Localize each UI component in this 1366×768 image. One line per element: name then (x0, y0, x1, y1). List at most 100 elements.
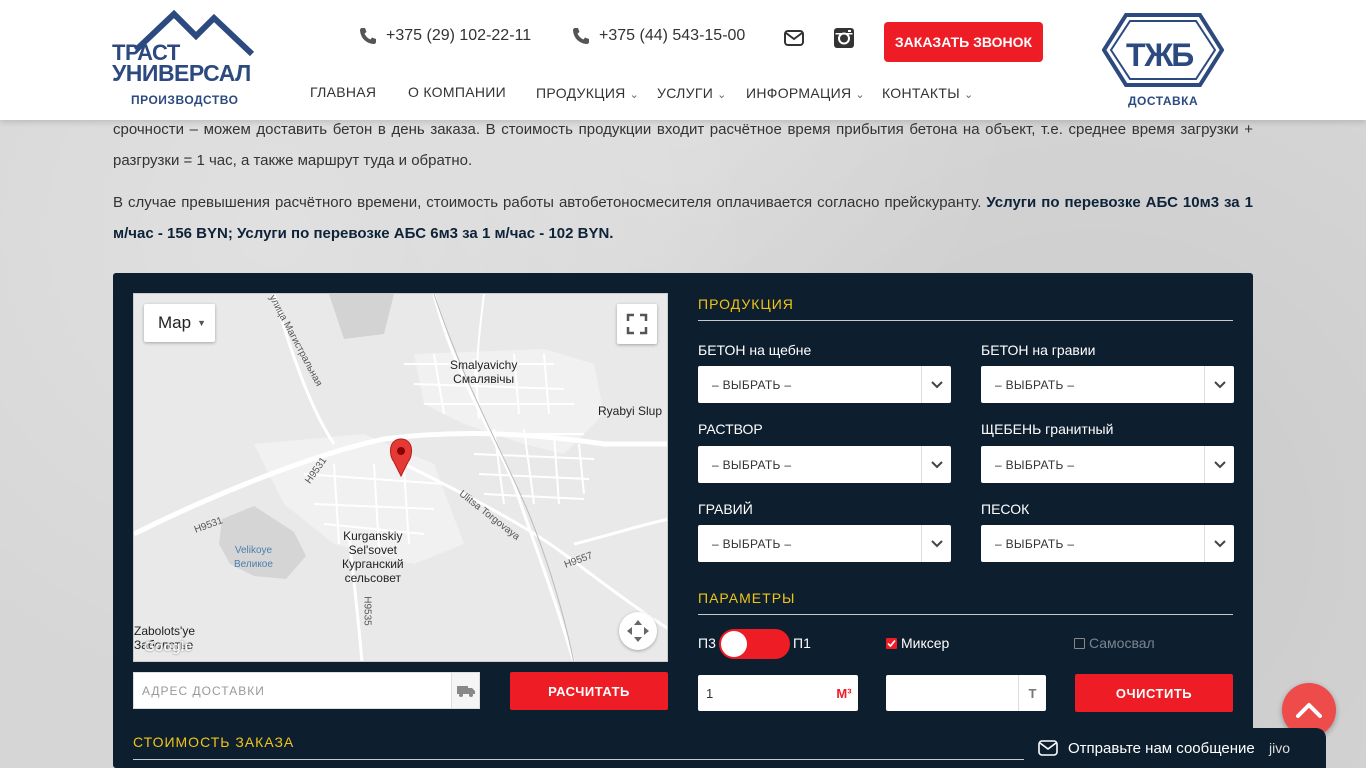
order-cost-title: СТОИМОСТЬ ЗАКАЗА (133, 734, 295, 750)
mixer-checkbox[interactable]: Миксер (886, 635, 949, 651)
calculate-button[interactable]: РАСЧИТАТЬ (510, 672, 668, 710)
chevron-down-icon: ⌄ (629, 89, 640, 101)
volume-unit: М³ (836, 685, 852, 701)
volume-value: 1 (706, 685, 714, 701)
mixer-label: Миксер (901, 635, 950, 651)
map-canvas (134, 294, 667, 661)
pan-arrows-icon (627, 620, 649, 642)
checkbox-checked-icon (886, 637, 897, 649)
checkbox-unchecked-icon (1074, 637, 1085, 649)
nav-item-contacts[interactable]: КОНТАКТЫ ⌄ (882, 84, 974, 102)
select-value: – ВЫБРАТЬ – (712, 457, 792, 472)
phone-icon (360, 28, 376, 44)
chevron-down-icon: ⌄ (717, 89, 727, 101)
logo-tzhb-delivery[interactable]: ТЖБ ДОСТАВКА (1102, 13, 1226, 109)
chat-label: Отправьте нам сообщение (1068, 739, 1255, 757)
logo-subtitle: ДОСТАВКА (1128, 94, 1199, 108)
field-label-sand: ПЕСОК (981, 501, 1030, 517)
nav-item-products[interactable]: ПРОДУКЦИЯ ⌄ (536, 84, 640, 102)
field-label-granite: ЩЕБЕНЬ гранитный (981, 421, 1114, 437)
select-granite[interactable]: – ВЫБРАТЬ – (981, 446, 1234, 483)
nav-label: КОНТАКТЫ (882, 84, 960, 101)
chevron-down-icon (1204, 446, 1234, 483)
chevron-down-icon (1204, 366, 1234, 403)
products-title: ПРОДУКЦИЯ (698, 296, 794, 312)
logo-mark: ТЖБ (1126, 37, 1194, 73)
nav-label: ИНФОРМАЦИЯ (746, 84, 852, 101)
divider (698, 320, 1233, 321)
volume-input[interactable]: 1 М³ (698, 675, 858, 711)
dump-truck-checkbox[interactable]: Самосвал (1074, 635, 1155, 651)
delivery-address-input[interactable]: АДРЕС ДОСТАВКИ (133, 672, 480, 709)
field-label-concrete-crushed: БЕТОН на щебне (698, 342, 812, 358)
field-label-concrete-gravel: БЕТОН на гравии (981, 342, 1096, 358)
pricing-info-text: В случае превышения расчётного времени, … (113, 187, 1253, 249)
toggle-right-label: П1 (793, 635, 811, 651)
site-header: ТРАСТ УНИВЕРСАЛ ПРОИЗВОДСТВО +375 (29) 1… (0, 0, 1366, 120)
nav-item-info[interactable]: ИНФОРМАЦИЯ ⌄ (746, 84, 865, 102)
phone-number-2: +375 (44) 543-15-00 (599, 27, 746, 44)
nav-label: УСЛУГИ (657, 84, 714, 101)
chevron-down-icon (921, 525, 951, 562)
fullscreen-button[interactable] (617, 304, 657, 344)
select-gravel[interactable]: – ВЫБРАТЬ – (698, 525, 951, 562)
dump-truck-label: Самосвал (1089, 635, 1155, 651)
fullscreen-icon (626, 313, 648, 335)
chevron-down-icon: ⌄ (855, 89, 865, 101)
instagram-icon[interactable] (833, 27, 855, 49)
chevron-down-icon (921, 446, 951, 483)
google-watermark: Google (144, 638, 193, 654)
toggle-knob (721, 631, 747, 657)
nav-item-home[interactable]: ГЛАВНАЯ (310, 84, 376, 100)
pricing-text: В случае превышения расчётного времени, … (113, 194, 987, 211)
chat-widget[interactable]: Отправьте нам сообщение jivo (1024, 728, 1326, 768)
calculator-panel: Map ▼ Smalyavichy Смалявічы Ryabyi Slup … (113, 273, 1253, 768)
phone-link-2[interactable]: +375 (44) 543-15-00 (571, 26, 745, 46)
nav-label: ГЛАВНАЯ (310, 84, 377, 100)
jivo-logo: jivo (1268, 740, 1290, 756)
map-label-kurganskiy: Kurganskiy Sel'sovet Курганский сельсове… (342, 529, 404, 585)
clear-button[interactable]: ОЧИСТИТЬ (1075, 674, 1233, 712)
mail-icon[interactable] (783, 27, 805, 49)
nav-item-about[interactable]: О КОМПАНИИ (408, 84, 506, 100)
weight-input[interactable]: Т (886, 675, 1046, 711)
map-type-label: Map (158, 313, 192, 332)
phone-number-1: +375 (29) 102-22-11 (386, 27, 532, 44)
map-type-button[interactable]: Map ▼ (144, 304, 215, 342)
select-value: – ВЫБРАТЬ – (712, 536, 792, 551)
select-value: – ВЫБРАТЬ – (995, 377, 1075, 392)
order-call-button[interactable]: ЗАКАЗАТЬ ЗВОНОК (884, 22, 1043, 62)
select-mortar[interactable]: – ВЫБРАТЬ – (698, 446, 951, 483)
nav-label: ПРОДУКЦИЯ (536, 84, 626, 101)
chevron-down-icon (1204, 525, 1234, 562)
chevron-up-icon (1296, 703, 1322, 718)
logo-line2: УНИВЕРСАЛ (112, 60, 251, 86)
select-value: – ВЫБРАТЬ – (995, 457, 1075, 472)
chevron-down-icon: ⌄ (963, 89, 974, 101)
field-label-gravel: ГРАВИЙ (698, 501, 753, 517)
divider (698, 614, 1233, 615)
select-value: – ВЫБРАТЬ – (995, 536, 1075, 551)
toggle-left-label: П3 (698, 635, 716, 651)
select-sand[interactable]: – ВЫБРАТЬ – (981, 525, 1234, 562)
mail-icon (1038, 740, 1058, 756)
map-label-velikoye: Velikoye Великое (234, 545, 273, 570)
select-concrete-crushed[interactable]: – ВЫБРАТЬ – (698, 366, 951, 403)
map-label-smalyavichy: Smalyavichy Смалявічы (450, 358, 518, 386)
map-pan-control[interactable] (619, 612, 657, 650)
map-label-road: H9535 (361, 596, 373, 626)
delivery-info-text: срочности – можем доставить бетон в день… (113, 121, 1253, 169)
delivery-map[interactable]: Map ▼ Smalyavichy Смалявічы Ryabyi Slup … (133, 293, 668, 662)
phone-link-1[interactable]: +375 (29) 102-22-11 (358, 26, 531, 46)
weight-unit: Т (1018, 675, 1046, 711)
nav-label: О КОМПАНИИ (408, 84, 506, 100)
select-value: – ВЫБРАТЬ – (712, 377, 792, 392)
truck-icon (451, 673, 479, 708)
nav-item-services[interactable]: УСЛУГИ ⌄ (657, 84, 727, 102)
dropdown-caret-icon: ▼ (197, 318, 206, 328)
chevron-down-icon (921, 366, 951, 403)
field-label-mortar: РАСТВОР (698, 421, 763, 437)
select-concrete-gravel[interactable]: – ВЫБРАТЬ – (981, 366, 1234, 403)
map-label-ryabyi: Ryabyi Slup (598, 404, 663, 418)
p3-p1-toggle[interactable] (719, 629, 790, 659)
